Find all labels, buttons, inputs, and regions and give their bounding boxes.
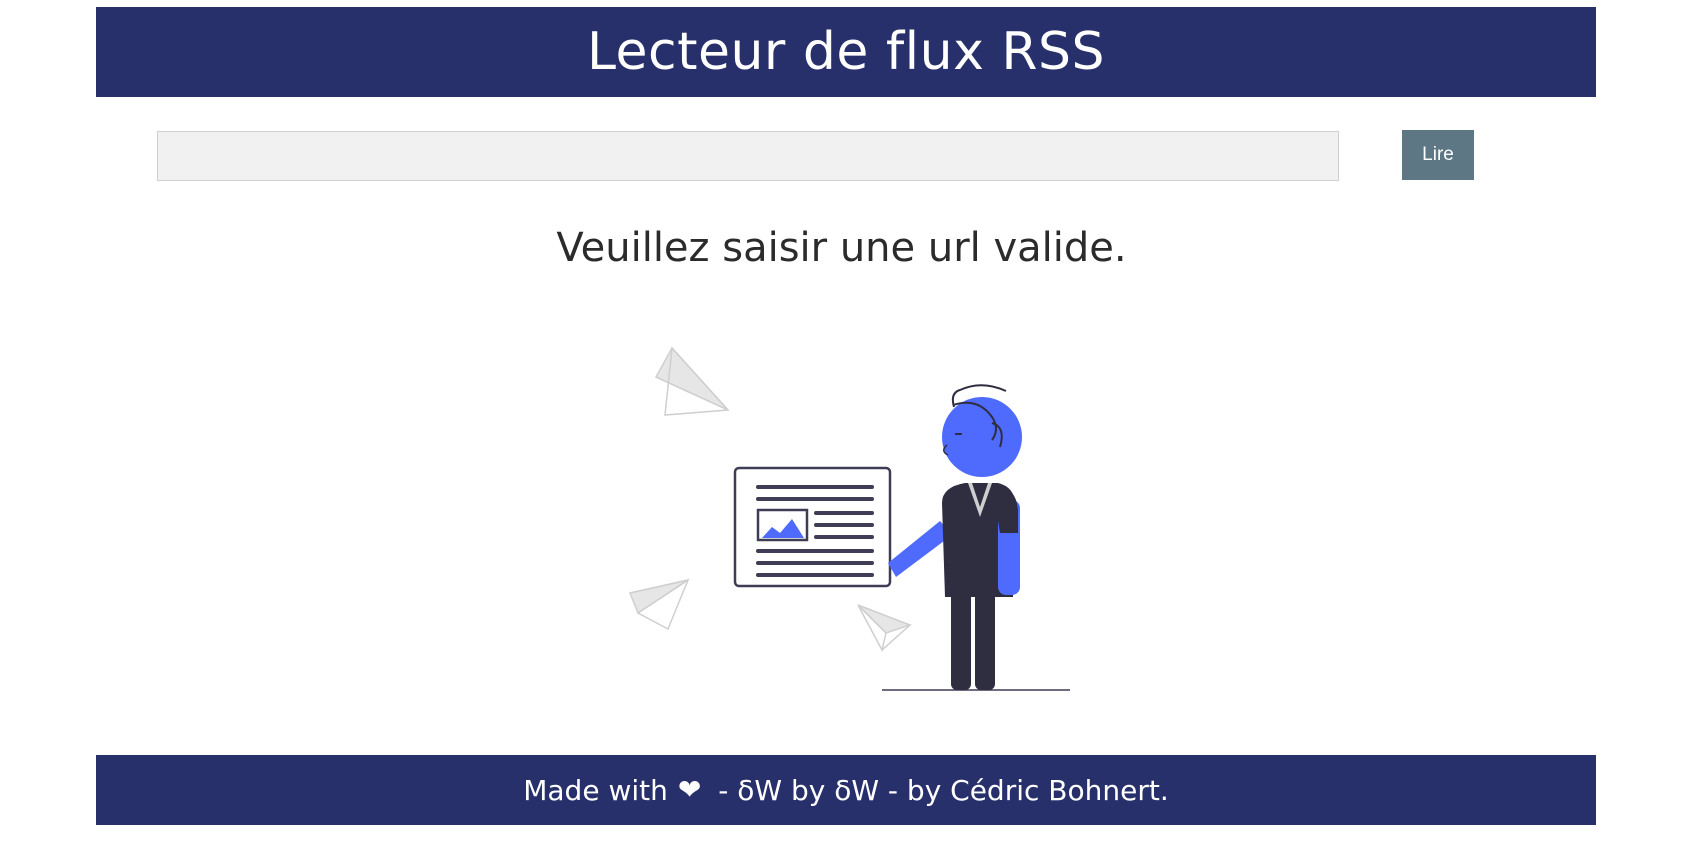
- url-input[interactable]: [157, 131, 1339, 181]
- validation-message: Veuillez saisir une url valide.: [556, 225, 1127, 271]
- footer-made-with: Made with: [523, 773, 668, 807]
- newsletter-illustration: [628, 346, 1070, 691]
- paper-plane-icon: [654, 346, 730, 416]
- header-banner: Lecteur de flux RSS: [96, 7, 1596, 97]
- footer-banner: Made with ❤ - δW by δW - by Cédric Bohne…: [96, 755, 1596, 825]
- paper-plane-icon: [628, 578, 690, 631]
- page: Lecteur de flux RSS Lire Veuillez saisir…: [0, 0, 1683, 843]
- page-title: Lecteur de flux RSS: [586, 22, 1106, 82]
- read-button[interactable]: Lire: [1402, 130, 1474, 180]
- footer-credits: - δW by δW - by Cédric Bohnert.: [709, 773, 1169, 807]
- person-figure: [882, 384, 1070, 691]
- paper-plane-icon: [857, 604, 913, 653]
- heart-icon: ❤: [677, 773, 702, 806]
- article-card-icon: [733, 466, 892, 588]
